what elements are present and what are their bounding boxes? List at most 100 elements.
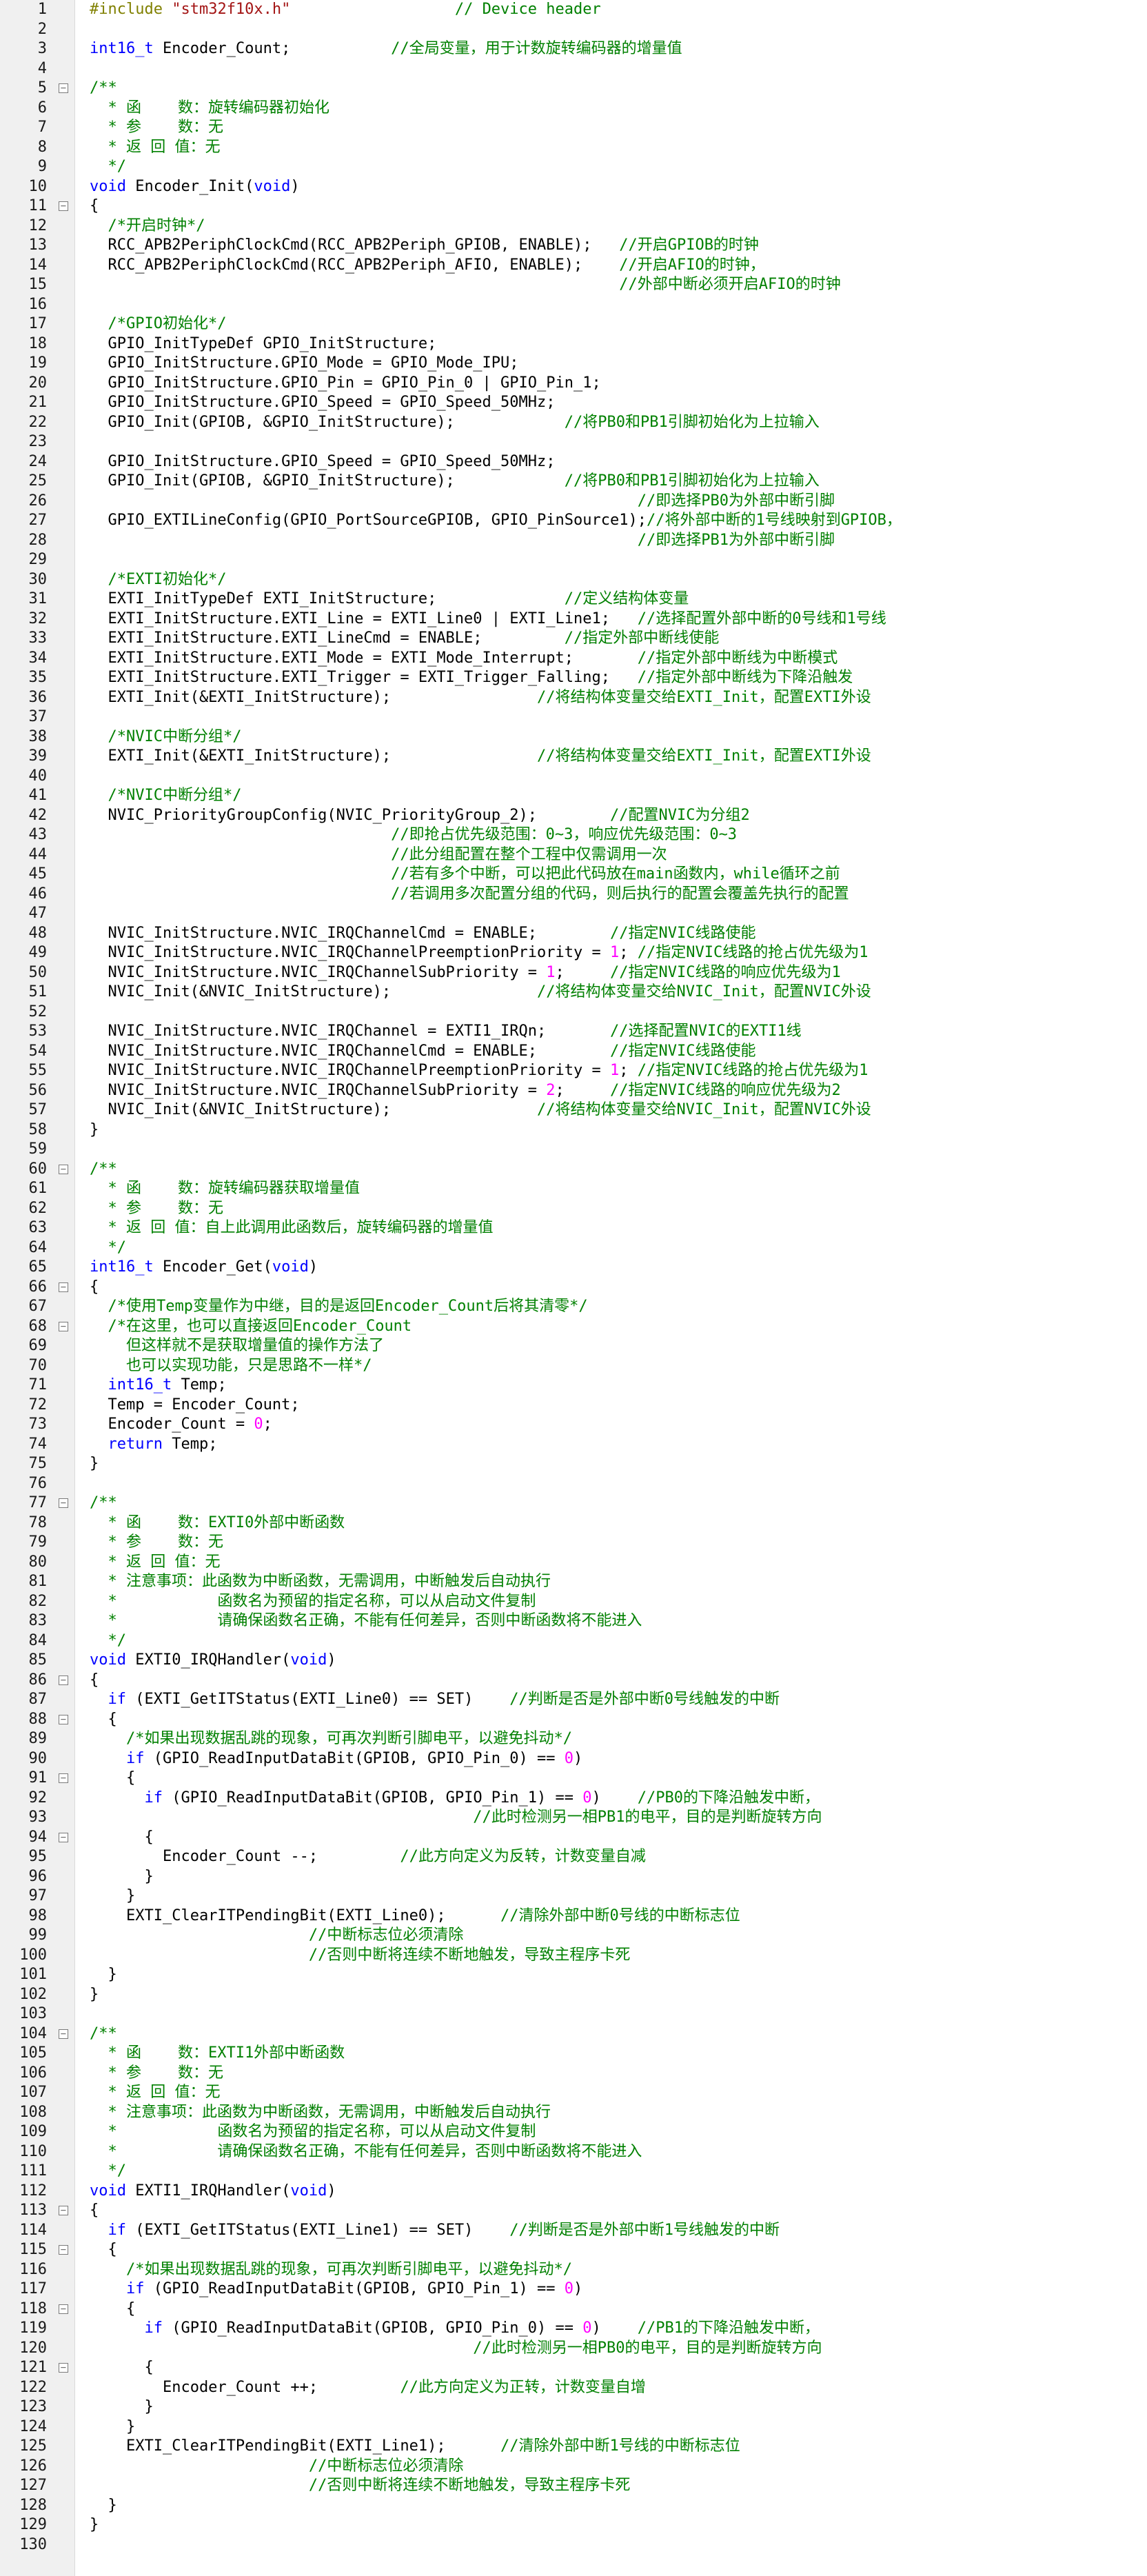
code-line[interactable]: 24 GPIO_InitStructure.GPIO_Speed = GPIO_… [0, 452, 1147, 472]
code-line[interactable]: 5 − /** [0, 79, 1147, 99]
code-line[interactable]: 91 − { [0, 1769, 1147, 1789]
code-line[interactable]: 42 NVIC_PriorityGroupConfig(NVIC_Priorit… [0, 806, 1147, 826]
code-line[interactable]: 28 //即选择PB1为外部中断引脚 [0, 531, 1147, 551]
code-line[interactable]: 121 − { [0, 2358, 1147, 2378]
code-line[interactable]: 19 GPIO_InitStructure.GPIO_Mode = GPIO_M… [0, 354, 1147, 374]
code-line[interactable]: 118 − { [0, 2300, 1147, 2320]
code-line[interactable]: 8 * 返 回 值：无 [0, 138, 1147, 158]
fold-toggle-icon[interactable]: − [59, 83, 68, 93]
fold-toggle-icon[interactable]: − [59, 1832, 68, 1842]
fold-toggle-icon[interactable]: − [59, 2304, 68, 2314]
code-line[interactable]: 31 EXTI_InitTypeDef EXTI_InitStructure; … [0, 590, 1147, 610]
code-line[interactable]: 9 */ [0, 157, 1147, 177]
code-line[interactable]: 122 Encoder_Count ++; //此方向定义为正转，计数变量自增 [0, 2378, 1147, 2398]
code-line[interactable]: 97 } [0, 1886, 1147, 1906]
code-line[interactable]: 30 /*EXTI初始化*/ [0, 570, 1147, 590]
code-line[interactable]: 128 } [0, 2496, 1147, 2516]
code-line[interactable]: 23 [0, 432, 1147, 452]
code-line[interactable]: 57 NVIC_Init(&NVIC_InitStructure); //将结构… [0, 1100, 1147, 1120]
code-line[interactable]: 25 GPIO_Init(GPIOB, &GPIO_InitStructure)… [0, 472, 1147, 492]
code-line[interactable]: 26 //即选择PB0为外部中断引脚 [0, 492, 1147, 512]
code-line[interactable]: 117 if (GPIO_ReadInputDataBit(GPIOB, GPI… [0, 2280, 1147, 2300]
code-editor[interactable]: 1 #include "stm32f10x.h" // Device header… [0, 0, 1147, 2576]
code-line[interactable]: 110 * 请确保函数名正确，不能有任何差异，否则中断函数将不能进入 [0, 2142, 1147, 2162]
code-line[interactable]: 75} [0, 1454, 1147, 1474]
code-line[interactable]: 87 if (EXTI_GetITStatus(EXTI_Line0) == S… [0, 1690, 1147, 1710]
code-line[interactable]: 74 return Temp; [0, 1435, 1147, 1455]
code-line[interactable]: 17 /*GPIO初始化*/ [0, 314, 1147, 334]
code-line[interactable]: 33 EXTI_InitStructure.EXTI_LineCmd = ENA… [0, 629, 1147, 649]
fold-toggle-icon[interactable]: − [59, 2363, 68, 2373]
code-line[interactable]: 92 if (GPIO_ReadInputDataBit(GPIOB, GPIO… [0, 1789, 1147, 1809]
code-line[interactable]: 53 NVIC_InitStructure.NVIC_IRQChannel = … [0, 1022, 1147, 1042]
code-line[interactable]: 90 if (GPIO_ReadInputDataBit(GPIOB, GPIO… [0, 1749, 1147, 1769]
code-line[interactable]: 39 EXTI_Init(&EXTI_InitStructure); //将结构… [0, 747, 1147, 767]
fold-toggle-icon[interactable]: − [59, 1164, 68, 1174]
code-line[interactable]: 99 //中断标志位必须清除 [0, 1926, 1147, 1946]
fold-toggle-icon[interactable]: − [59, 1773, 68, 1783]
fold-toggle-icon[interactable]: − [59, 1675, 68, 1685]
code-line[interactable]: 45 //若有多个中断，可以把此代码放在main函数内，while循环之前 [0, 865, 1147, 885]
code-line[interactable]: 61 * 函 数：旋转编码器获取增量值 [0, 1179, 1147, 1199]
code-line[interactable]: 56 NVIC_InitStructure.NVIC_IRQChannelSub… [0, 1081, 1147, 1101]
code-line[interactable]: 34 EXTI_InitStructure.EXTI_Mode = EXTI_M… [0, 649, 1147, 669]
code-line[interactable]: 67 /*使用Temp变量作为中继，目的是返回Encoder_Count后将其清… [0, 1297, 1147, 1317]
code-lines[interactable]: 1 #include "stm32f10x.h" // Device header… [0, 0, 1147, 2555]
code-line[interactable]: 38 /*NVIC中断分组*/ [0, 727, 1147, 747]
code-line[interactable]: 49 NVIC_InitStructure.NVIC_IRQChannelPre… [0, 943, 1147, 963]
code-line[interactable]: 130 [0, 2535, 1147, 2555]
code-line[interactable]: 96 } [0, 1867, 1147, 1887]
code-line[interactable]: 105 * 函 数：EXTI1外部中断函数 [0, 2044, 1147, 2064]
code-line[interactable]: 21 GPIO_InitStructure.GPIO_Speed = GPIO_… [0, 393, 1147, 413]
code-line[interactable]: 109 * 函数名为预留的指定名称，可以从启动文件复制 [0, 2122, 1147, 2142]
code-line[interactable]: 43 //即抢占优先级范围：0~3，响应优先级范围：0~3 [0, 825, 1147, 845]
code-line[interactable]: 51 NVIC_Init(&NVIC_InitStructure); //将结构… [0, 983, 1147, 1003]
code-line[interactable]: 46 //若调用多次配置分组的代码，则后执行的配置会覆盖先执行的配置 [0, 885, 1147, 905]
code-line[interactable]: 65 int16_t Encoder_Get(void) [0, 1258, 1147, 1278]
code-line[interactable]: 115 − { [0, 2240, 1147, 2260]
code-line[interactable]: 69 但这样就不是获取增量值的操作方法了 [0, 1336, 1147, 1356]
code-line[interactable]: 60 − /** [0, 1160, 1147, 1180]
code-line[interactable]: 125 EXTI_ClearITPendingBit(EXTI_Line1); … [0, 2437, 1147, 2457]
code-line[interactable]: 80 * 返 回 值：无 [0, 1553, 1147, 1573]
code-line[interactable]: 107 * 返 回 值：无 [0, 2083, 1147, 2103]
code-line[interactable]: 3 int16_t Encoder_Count; //全局变量，用于计数旋转编码器… [0, 39, 1147, 59]
code-line[interactable]: 78 * 函 数：EXTI0外部中断函数 [0, 1513, 1147, 1533]
code-line[interactable]: 83 * 请确保函数名正确，不能有任何差异，否则中断函数将不能进入 [0, 1611, 1147, 1631]
code-line[interactable]: 4 [0, 59, 1147, 79]
code-line[interactable]: 37 [0, 707, 1147, 727]
code-line[interactable]: 20 GPIO_InitStructure.GPIO_Pin = GPIO_Pi… [0, 374, 1147, 394]
code-line[interactable]: 1 #include "stm32f10x.h" // Device header [0, 0, 1147, 20]
code-line[interactable]: 44 //此分组配置在整个工程中仅需调用一次 [0, 845, 1147, 865]
code-line[interactable]: 52 [0, 1003, 1147, 1023]
code-line[interactable]: 63 * 返 回 值：自上此调用此函数后，旋转编码器的增量值 [0, 1218, 1147, 1238]
code-line[interactable]: 129} [0, 2515, 1147, 2535]
code-line[interactable]: 100 //否则中断将连续不断地触发，导致主程序卡死 [0, 1946, 1147, 1966]
code-line[interactable]: 7 * 参 数：无 [0, 118, 1147, 138]
code-line[interactable]: 93 //此时检测另一相PB1的电平，目的是判断旋转方向 [0, 1808, 1147, 1828]
code-line[interactable]: 119 if (GPIO_ReadInputDataBit(GPIOB, GPI… [0, 2319, 1147, 2339]
code-line[interactable]: 11 − { [0, 197, 1147, 217]
code-line[interactable]: 76 [0, 1474, 1147, 1494]
code-line[interactable]: 71 int16_t Temp; [0, 1376, 1147, 1396]
code-line[interactable]: 95 Encoder_Count --; //此方向定义为反转，计数变量自减 [0, 1847, 1147, 1867]
code-line[interactable]: 62 * 参 数：无 [0, 1199, 1147, 1219]
fold-toggle-icon[interactable]: − [59, 1714, 68, 1724]
code-line[interactable]: 15 //外部中断必须开启AFIO的时钟 [0, 275, 1147, 295]
code-line[interactable]: 106 * 参 数：无 [0, 2064, 1147, 2084]
code-line[interactable]: 55 NVIC_InitStructure.NVIC_IRQChannelPre… [0, 1061, 1147, 1081]
code-line[interactable]: 41 /*NVIC中断分组*/ [0, 786, 1147, 806]
code-line[interactable]: 6 * 函 数：旋转编码器初始化 [0, 99, 1147, 119]
code-line[interactable]: 120 //此时检测另一相PB0的电平，目的是判断旋转方向 [0, 2339, 1147, 2359]
code-line[interactable]: 2 [0, 20, 1147, 40]
code-line[interactable]: 32 EXTI_InitStructure.EXTI_Line = EXTI_L… [0, 610, 1147, 630]
code-line[interactable]: 126 //中断标志位必须清除 [0, 2457, 1147, 2477]
code-line[interactable]: 12 /*开启时钟*/ [0, 217, 1147, 237]
code-line[interactable]: 54 NVIC_InitStructure.NVIC_IRQChannelCmd… [0, 1042, 1147, 1062]
code-line[interactable]: 36 EXTI_Init(&EXTI_InitStructure); //将结构… [0, 688, 1147, 708]
code-line[interactable]: 98 EXTI_ClearITPendingBit(EXTI_Line0); /… [0, 1906, 1147, 1926]
code-line[interactable]: 123 } [0, 2397, 1147, 2417]
code-line[interactable]: 10 void Encoder_Init(void) [0, 177, 1147, 197]
code-line[interactable]: 72 Temp = Encoder_Count; [0, 1396, 1147, 1416]
code-line[interactable]: 108 * 注意事项：此函数为中断函数，无需调用，中断触发后自动执行 [0, 2103, 1147, 2123]
